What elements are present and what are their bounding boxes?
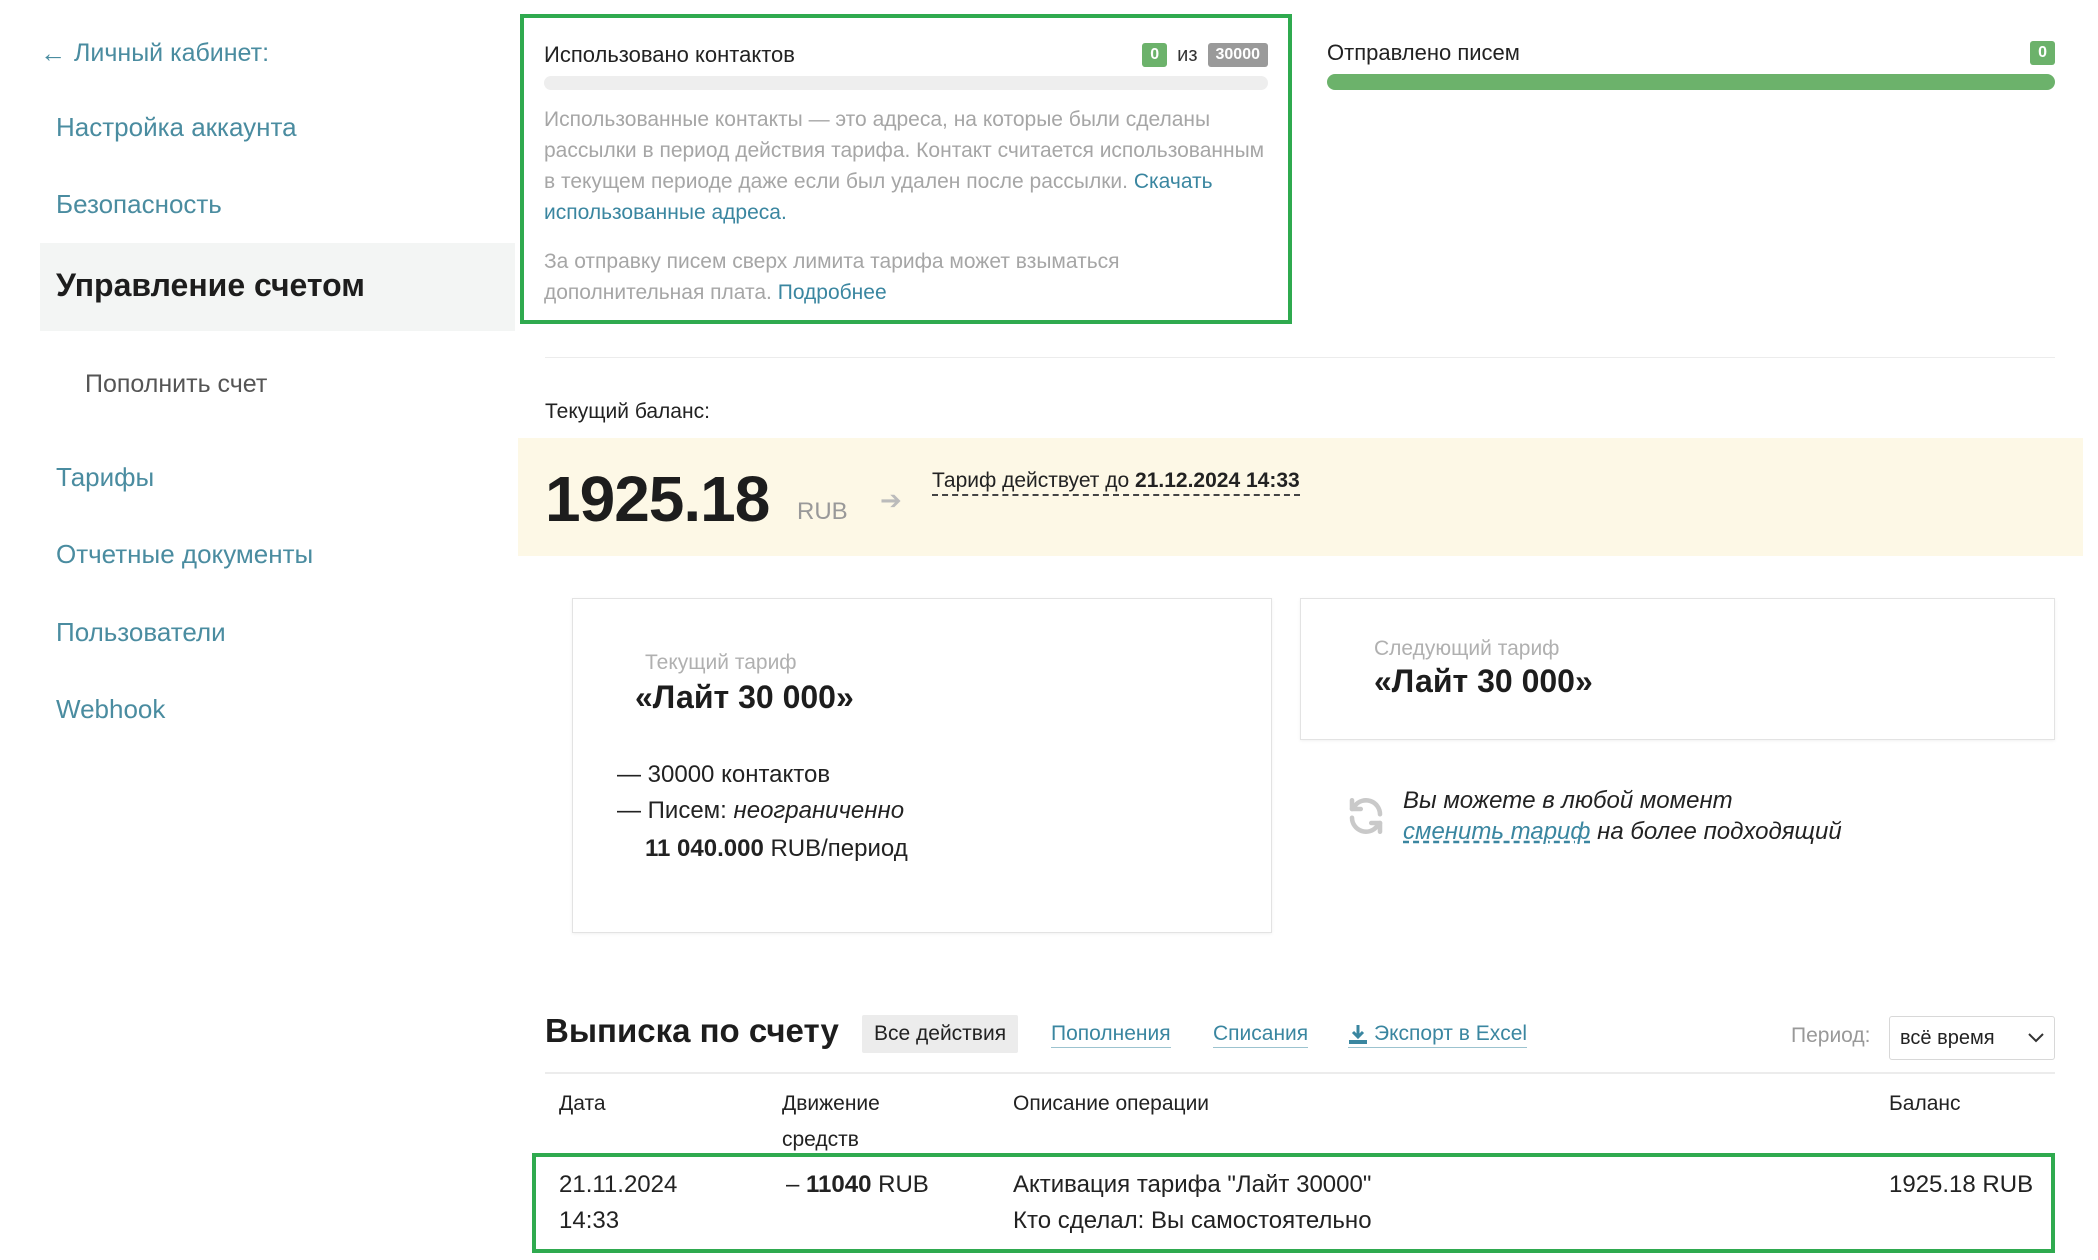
arrow-left-icon: ← [40,38,66,68]
sidebar-item-tariffs[interactable]: Тарифы [56,462,154,493]
row-currency: RUB [878,1171,929,1198]
price-unit: RUB/период [770,835,908,862]
current-tariff-card: Текущий тариф «Лайт 30 000» — 30000 конт… [572,598,1272,933]
contacts-of-label: из [1177,43,1198,66]
export-excel-link[interactable]: Экспорт в Excel [1348,1020,1528,1048]
sent-letters-title: Отправлено писем [1327,40,1520,65]
change-tariff-text: Вы можете в любой момент сменить тариф н… [1403,785,1842,847]
contacts-progress-bar [544,76,1268,90]
column-header-date: Дата [559,1092,606,1115]
next-tariff-card: Следующий тариф «Лайт 30 000» [1300,598,2055,740]
letters-value: неограниченно [733,797,905,824]
table-header-divider [545,1072,2055,1074]
movement-header-line2: средств [782,1128,859,1151]
arrow-right-icon: ➔ [880,485,902,515]
current-tariff-name: «Лайт 30 000» [635,679,854,715]
more-info-link[interactable]: Подробнее [778,281,887,304]
balance-label: Текущий баланс: [545,400,710,423]
row-movement: – 11040 RUB [786,1167,929,1203]
balance-amount: 1925.18 [545,463,770,535]
sidebar-item-security[interactable]: Безопасность [56,189,222,220]
sidebar-item-topup[interactable]: Пополнить счет [85,370,267,399]
row-actor: Кто сделал: Вы самостоятельно [1013,1207,1372,1234]
filter-all-actions[interactable]: Все действия [862,1015,1019,1053]
download-icon [1349,1024,1367,1044]
back-to-cabinet-link[interactable]: ← Личный кабинет: [40,38,269,69]
chevron-down-icon [2028,1033,2044,1043]
refresh-icon [1349,797,1383,835]
price-value: 11 040.000 [645,835,764,862]
sent-letters-panel: Отправлено писем 0 [1327,40,2055,90]
current-tariff-price: 11 040.000 RUB/период [645,835,908,863]
row-date: 21.11.2024 14:33 [559,1167,677,1239]
tariff-valid-date: 21.12.2024 14:33 [1135,469,1300,492]
column-header-description: Описание операции [1013,1092,1210,1115]
sidebar-item-webhook[interactable]: Webhook [56,694,165,725]
row-description-text: Активация тарифа "Лайт 30000" [1013,1171,1372,1198]
contacts-usage-panel: Использовано контактов 0 из 30000 Исполь… [520,14,1292,324]
period-label: Период: [1791,1024,1871,1047]
period-select[interactable]: всё время [1889,1016,2055,1060]
column-header-movement: Движение средств [782,1086,880,1158]
current-tariff-letters: — Писем: неограниченно [617,797,904,825]
row-balance: 1925.18 RUB [1889,1171,2034,1198]
change-line1: Вы можете в любой момент [1403,787,1733,814]
sidebar-item-account[interactable]: Настройка аккаунта [56,112,297,143]
row-sign: – [786,1171,800,1198]
column-header-balance: Баланс [1889,1092,1961,1115]
contacts-limit-badge: 30000 [1207,43,1268,67]
row-date-time: 14:33 [559,1207,620,1234]
sidebar-item-users[interactable]: Пользователи [56,617,226,648]
contacts-usage-title: Использовано контактов [544,42,795,67]
filter-charges[interactable]: Списания [1213,1020,1309,1048]
overlimit-note: За отправку писем сверх лимита тарифа мо… [544,246,1268,308]
export-excel-label: Экспорт в Excel [1374,1021,1528,1045]
tariff-valid-until-link[interactable]: Тариф действует до 21.12.2024 14:33 [932,469,1300,496]
contacts-used-badge: 0 [1142,43,1168,67]
next-tariff-name: «Лайт 30 000» [1374,663,1593,699]
sidebar: ← Личный кабинет: Настройка аккаунта Без… [0,0,515,1260]
section-divider [545,357,2055,358]
change-line2: на более подходящий [1597,818,1842,845]
tariff-valid-prefix: Тариф действует до [932,469,1130,492]
back-link-label: Личный кабинет: [74,39,270,67]
next-tariff-label: Следующий тариф [1374,637,1560,660]
period-select-value: всё время [1900,1026,1995,1049]
row-amount: 11040 [806,1171,872,1198]
sidebar-item-billing[interactable]: Управление счетом [40,243,515,331]
sidebar-item-billing-label: Управление счетом [56,267,365,303]
contacts-usage-description: Использованные контакты — это адреса, на… [544,104,1268,228]
row-description: Активация тарифа "Лайт 30000" Кто сделал… [1013,1167,1372,1239]
letters-prefix: — Писем: [617,797,727,824]
current-tariff-label: Текущий тариф [645,651,797,674]
movement-header-line1: Движение [782,1092,880,1115]
sidebar-item-reports[interactable]: Отчетные документы [56,539,313,570]
balance-currency: RUB [797,498,848,525]
change-tariff-link[interactable]: сменить тариф [1403,818,1590,845]
filter-deposits[interactable]: Пополнения [1051,1020,1171,1048]
contacts-usage-counter: 0 из 30000 [1142,43,1268,67]
row-date-day: 21.11.2024 [559,1171,678,1198]
table-row: 21.11.2024 14:33 – 11040 RUB Активация т… [532,1153,2055,1253]
current-tariff-contacts: — 30000 контактов [617,761,831,788]
statement-title: Выписка по счету [545,1012,839,1049]
sent-letters-progress-bar [1327,74,2055,90]
sent-letters-badge: 0 [2030,41,2055,65]
